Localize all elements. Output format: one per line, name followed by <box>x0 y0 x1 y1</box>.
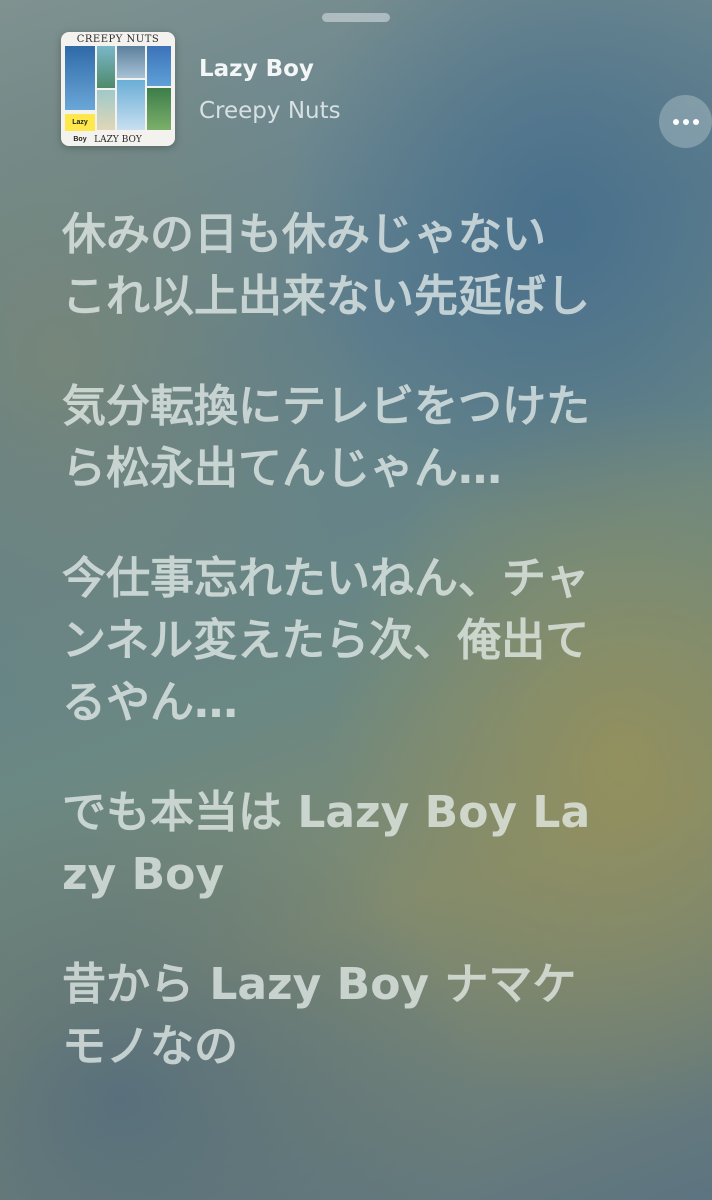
song-title: Lazy Boy <box>199 56 314 82</box>
artwork-tile <box>65 46 95 110</box>
artwork-tile <box>147 88 171 130</box>
artwork-tile <box>97 90 115 130</box>
artwork-sticker: Lazy Boy <box>65 114 95 143</box>
lyric-line[interactable]: 休みの日も休みじゃない これ以上出来ない先延ばし <box>62 204 598 328</box>
artwork-tile <box>117 46 145 78</box>
album-artwork[interactable]: CREEPY NUTS Lazy Boy LAZY BOY <box>61 32 175 146</box>
artwork-tile <box>117 80 145 130</box>
lyric-line[interactable]: 昔から Lazy Boy ナマケモノなの <box>62 954 598 1078</box>
lyric-line[interactable]: 今仕事忘れたいねん、チャンネル変えたら次、俺出てるやん… <box>62 548 598 734</box>
more-options-button[interactable] <box>659 95 712 148</box>
sheet-grabber[interactable] <box>322 13 390 22</box>
artwork-album-text: LAZY BOY <box>94 135 142 145</box>
artwork-band-text: CREEPY NUTS <box>76 34 160 45</box>
now-playing-header: CREEPY NUTS Lazy Boy LAZY BOY Lazy Boy C… <box>61 32 712 148</box>
lyric-line[interactable]: 気分転換にテレビをつけたら松永出てんじゃん… <box>62 376 598 500</box>
artwork-tile <box>97 46 115 88</box>
lyric-line[interactable]: でも本当は Lazy Boy Lazy Boy <box>62 782 598 906</box>
artist-name[interactable]: Creepy Nuts <box>199 98 341 124</box>
lyrics-view[interactable]: 休みの日も休みじゃない これ以上出来ない先延ばし 気分転換にテレビをつけたら松永… <box>62 204 598 1078</box>
artwork-tile <box>147 46 171 86</box>
